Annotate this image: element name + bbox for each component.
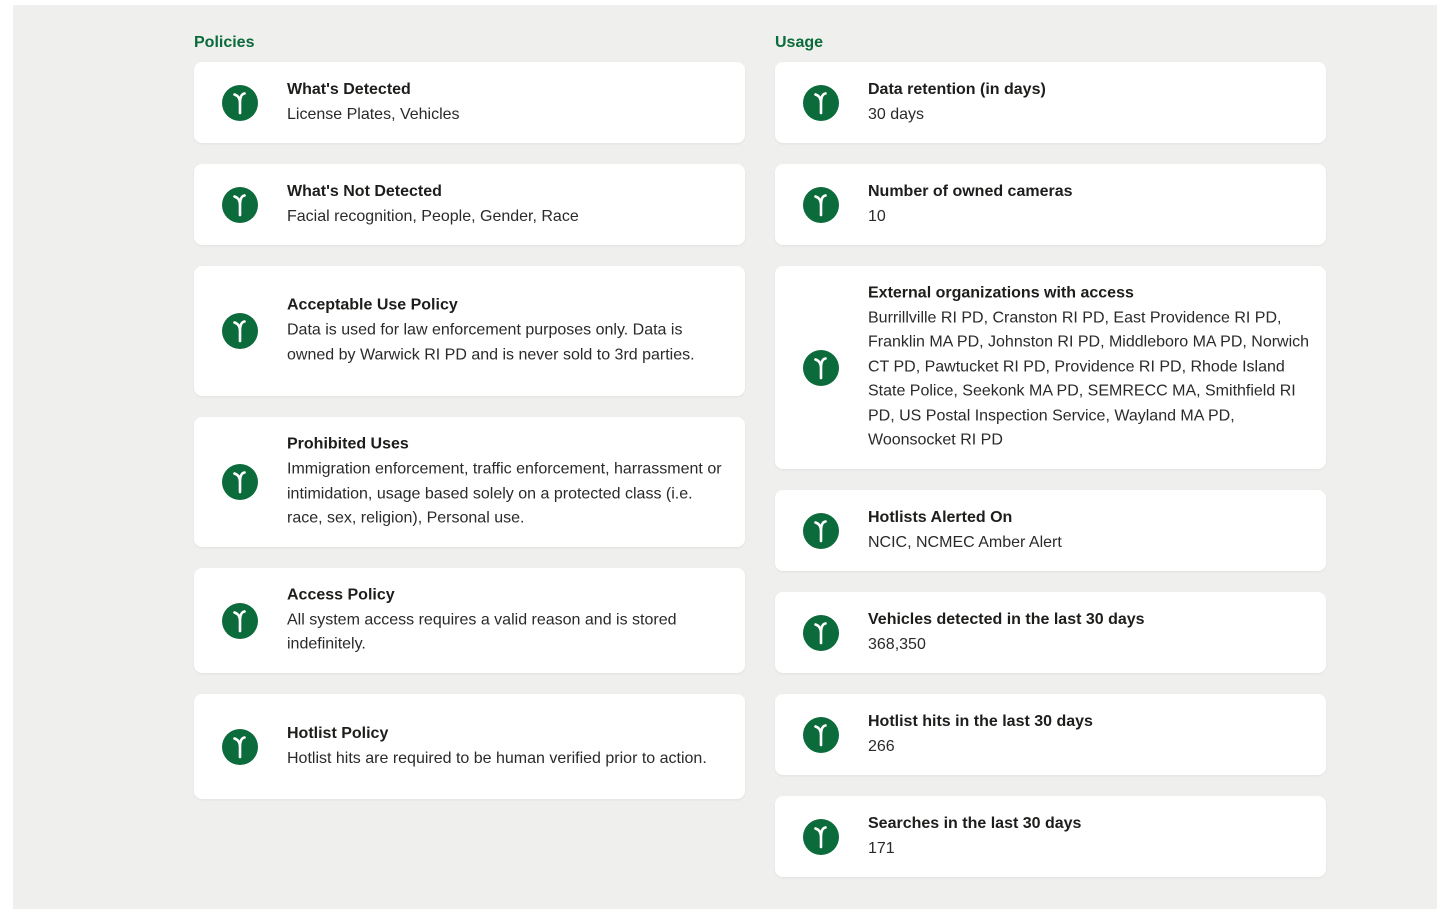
sprout-icon xyxy=(222,84,258,121)
card-value: All system access requires a valid reaso… xyxy=(287,611,677,653)
usage-card-data-retention: Data retention (in days) 30 days xyxy=(775,62,1326,143)
transparency-panel: Policies What's Detected License Plates,… xyxy=(13,5,1437,909)
card-title: Number of owned cameras xyxy=(868,182,1073,200)
usage-card-external-organizations: External organizations with access Burri… xyxy=(775,266,1326,469)
policy-card-acceptable-use: Acceptable Use Policy Data is used for l… xyxy=(194,266,745,396)
sprout-icon xyxy=(222,602,258,639)
policy-card-whats-not-detected: What's Not Detected Facial recognition, … xyxy=(194,164,745,245)
sprout-icon xyxy=(222,186,258,223)
usage-card-hotlist-hits: Hotlist hits in the last 30 days 266 xyxy=(775,694,1326,775)
card-title: Hotlist hits in the last 30 days xyxy=(868,712,1093,730)
card-value: Facial recognition, People, Gender, Race xyxy=(287,207,579,225)
card-title: What's Not Detected xyxy=(287,182,442,200)
policies-heading: Policies xyxy=(194,34,255,51)
usage-card-searches: Searches in the last 30 days 171 xyxy=(775,796,1326,877)
sprout-icon xyxy=(803,349,839,386)
card-title: Acceptable Use Policy xyxy=(287,296,458,314)
card-value: NCIC, NCMEC Amber Alert xyxy=(868,533,1062,551)
card-value: Data is used for law enforcement purpose… xyxy=(287,321,695,364)
usage-card-vehicles-detected: Vehicles detected in the last 30 days 36… xyxy=(775,592,1326,673)
card-title: What's Detected xyxy=(287,80,411,98)
sprout-icon xyxy=(803,818,839,855)
card-value: 171 xyxy=(868,839,895,857)
policy-card-whats-detected: What's Detected License Plates, Vehicles xyxy=(194,62,745,143)
card-title: Vehicles detected in the last 30 days xyxy=(868,610,1145,628)
sprout-icon xyxy=(222,313,258,349)
card-title: Hotlist Policy xyxy=(287,724,389,742)
card-value: 266 xyxy=(868,737,895,755)
sprout-icon xyxy=(222,464,258,500)
card-value: Immigration enforcement, traffic enforce… xyxy=(287,460,722,527)
policy-card-hotlist-policy: Hotlist Policy Hotlist hits are required… xyxy=(194,694,745,799)
card-title: Access Policy xyxy=(287,586,395,603)
card-value: Hotlist hits are required to be human ve… xyxy=(287,749,707,767)
card-value: License Plates, Vehicles xyxy=(287,105,460,123)
sprout-icon xyxy=(803,84,839,121)
card-title: Searches in the last 30 days xyxy=(868,814,1082,832)
card-title: Hotlists Alerted On xyxy=(868,508,1013,526)
usage-card-hotlists-alerted: Hotlists Alerted On NCIC, NCMEC Amber Al… xyxy=(775,490,1326,571)
card-value: Burrillville RI PD, Cranston RI PD, East… xyxy=(868,309,1310,449)
sprout-icon xyxy=(803,614,839,651)
usage-card-owned-cameras: Number of owned cameras 10 xyxy=(775,164,1326,245)
card-title: Data retention (in days) xyxy=(868,80,1046,98)
card-value: 10 xyxy=(868,207,886,225)
usage-heading: Usage xyxy=(775,34,824,51)
sprout-icon xyxy=(803,186,839,223)
card-value: 30 days xyxy=(868,105,925,123)
policy-card-access-policy: Access Policy All system access requires… xyxy=(194,568,745,673)
card-title: Prohibited Uses xyxy=(287,435,409,453)
sprout-icon xyxy=(222,728,258,765)
sprout-icon xyxy=(803,716,839,753)
card-value: 368,350 xyxy=(868,635,926,653)
sprout-icon xyxy=(803,512,839,549)
policy-card-prohibited-uses: Prohibited Uses Immigration enforcement,… xyxy=(194,417,745,547)
card-title: External organizations with access xyxy=(868,284,1134,301)
